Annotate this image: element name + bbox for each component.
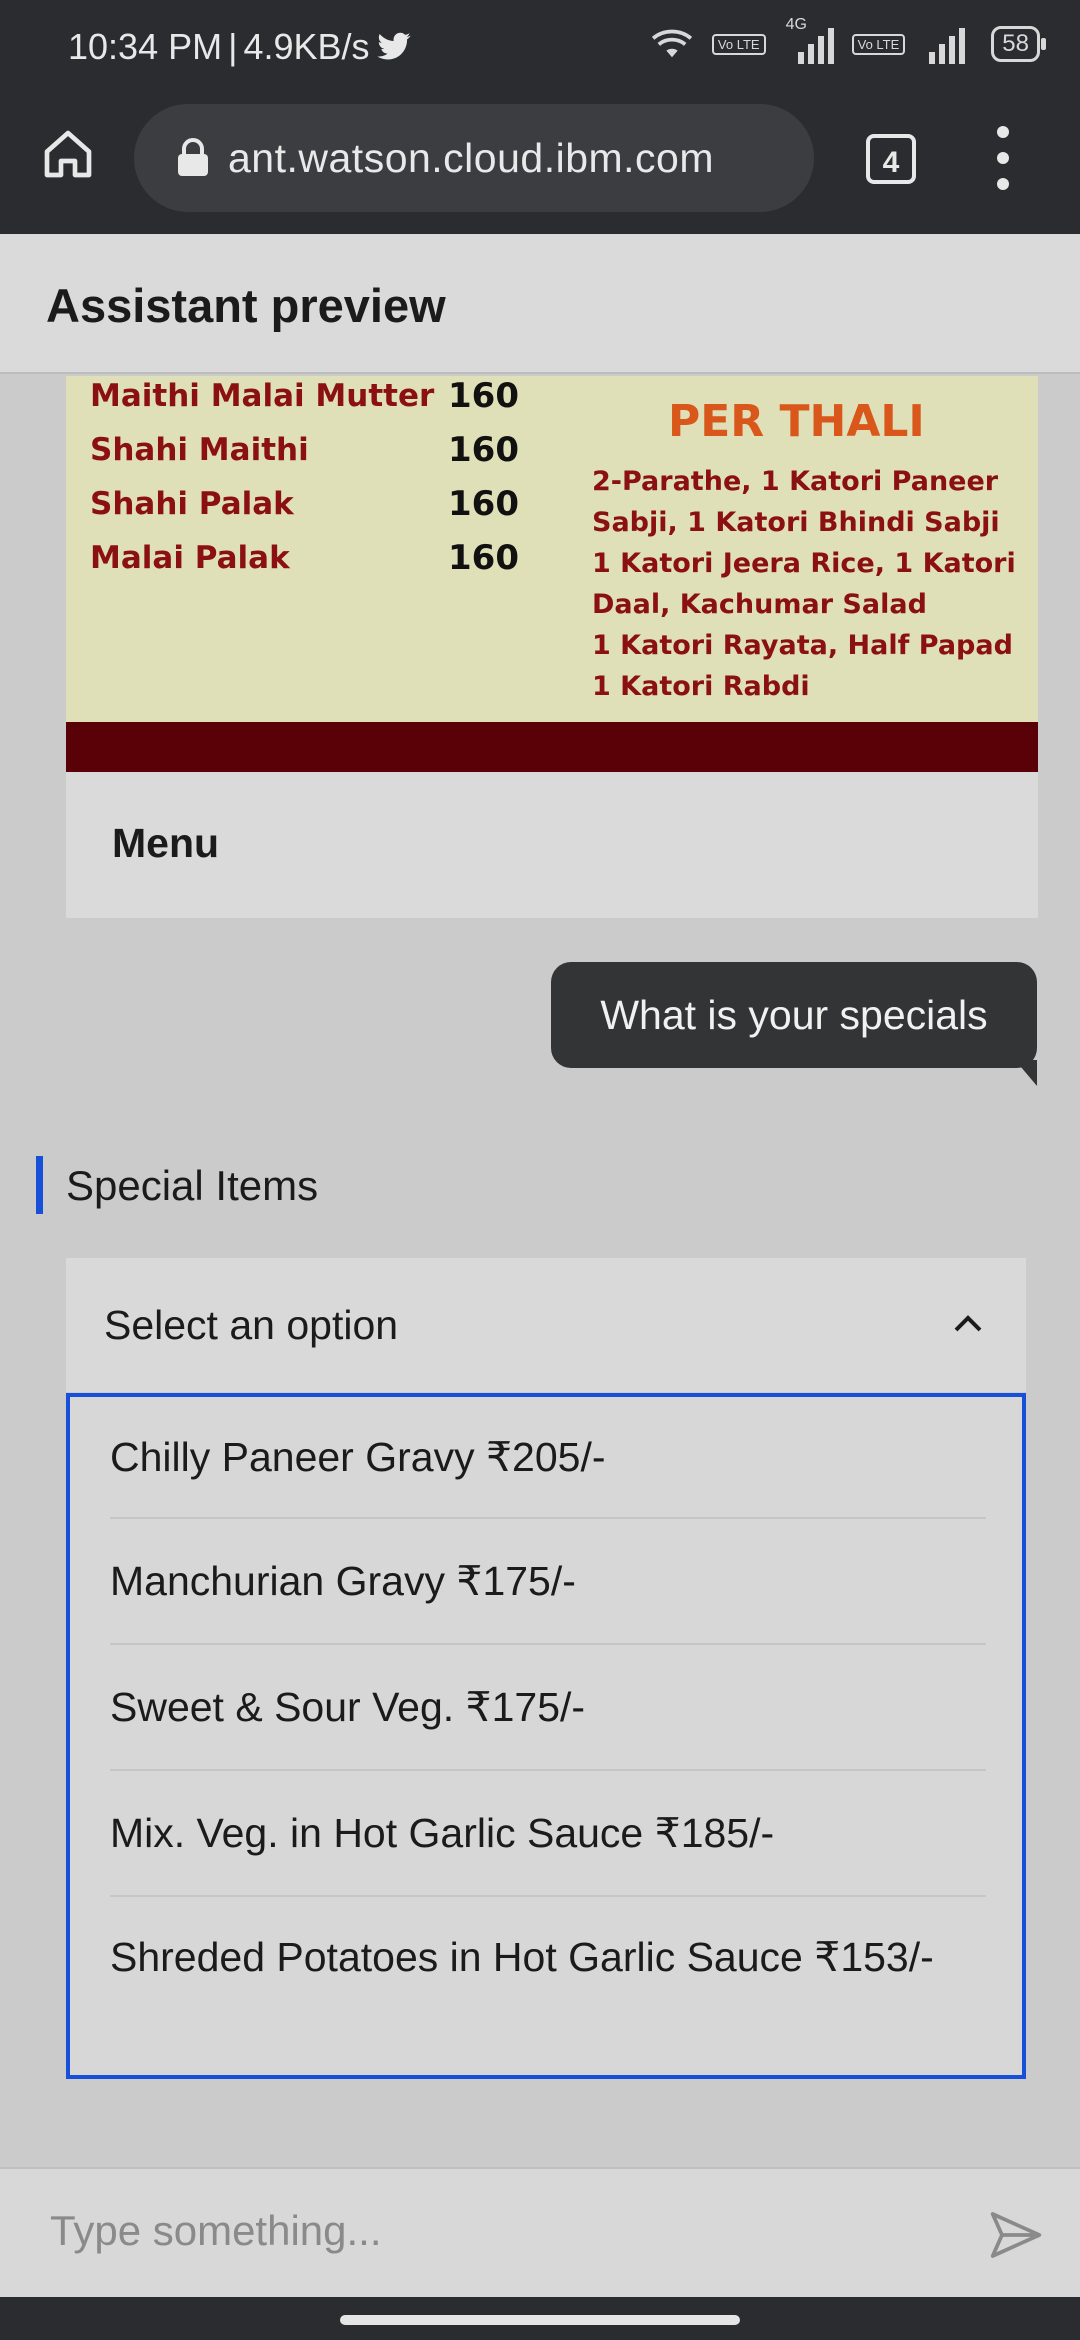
browser-toolbar: ant.watson.cloud.ibm.com 4 — [0, 100, 1080, 234]
user-message-bubble: What is your specials — [551, 962, 1037, 1068]
menu-dot — [997, 152, 1009, 164]
dish-price: 160 — [448, 538, 519, 578]
battery-indicator: 58 — [991, 26, 1046, 62]
status-right: Vo LTE 4G Vo LTE 58 — [648, 16, 1046, 64]
system-nav-bar — [0, 2297, 1080, 2340]
status-left: 10:34 PM | 4.9KB/s — [68, 26, 412, 68]
thali-line: 1 Katori Jeera Rice, 1 Katori — [592, 548, 1016, 579]
dropdown-option[interactable]: Chilly Paneer Gravy ₹205/- — [110, 1429, 986, 1485]
thali-line: Sabji, 1 Katori Bhindi Sabji — [592, 507, 1000, 538]
overflow-menu-button[interactable] — [988, 126, 1018, 190]
url-text: ant.watson.cloud.ibm.com — [228, 134, 715, 181]
message-input[interactable]: Type something... — [50, 2207, 382, 2255]
signal-icon-2 — [929, 28, 966, 64]
volte-badge-1: Vo LTE — [711, 33, 766, 55]
lock-icon — [170, 135, 216, 181]
home-icon — [44, 130, 92, 178]
thali-title: PER THALI — [668, 396, 925, 447]
dropdown-options-list: Chilly Paneer Gravy ₹205/- Manchurian Gr… — [66, 1393, 1026, 2079]
dish-name: Shahi Palak — [90, 486, 294, 522]
thali-line: Daal, Kachumar Salad — [592, 589, 927, 620]
chevron-up-icon — [954, 1315, 982, 1332]
status-separator: | — [228, 26, 238, 67]
option-divider — [110, 1517, 986, 1519]
thali-line: 2-Parathe, 1 Katori Paneer — [592, 466, 999, 497]
dropdown-option[interactable]: Sweet & Sour Veg. ₹175/- — [110, 1679, 986, 1735]
wifi-icon — [651, 29, 693, 58]
dish-name: Maithi Malai Mutter — [90, 378, 435, 414]
dish-name: Shahi Maithi — [90, 432, 309, 468]
send-icon[interactable] — [988, 2207, 1044, 2263]
signal-4g: 4G — [782, 16, 836, 64]
menu-image-footer — [66, 722, 1038, 772]
page-header: Assistant preview — [0, 234, 1080, 374]
dropdown-option[interactable]: Manchurian Gravy ₹175/- — [110, 1553, 986, 1609]
address-bar[interactable]: ant.watson.cloud.ibm.com — [134, 104, 814, 212]
option-divider — [110, 1769, 986, 1771]
menu-dot — [997, 126, 1009, 138]
option-divider — [110, 1643, 986, 1645]
option-divider — [110, 1895, 986, 1897]
home-button[interactable] — [36, 122, 100, 186]
dish-price: 160 — [448, 430, 519, 470]
dish-price: 160 — [448, 376, 519, 416]
menu-image: Maithi Malai Mutter 160 Shahi Maithi 160… — [66, 376, 1038, 772]
thali-line: 1 Katori Rabdi — [592, 671, 810, 702]
dropdown-option[interactable]: Mix. Veg. in Hot Garlic Sauce ₹185/- — [110, 1805, 986, 1861]
page-title: Assistant preview — [46, 279, 446, 332]
volte-badge-2: Vo LTE — [851, 33, 906, 55]
section-accent-bar — [36, 1156, 43, 1214]
status-speed: 4.9KB/s — [243, 26, 370, 67]
dropdown-option[interactable]: Shreded Potatoes in Hot Garlic Sauce ₹15… — [110, 1929, 986, 1985]
thali-line: 1 Katori Rayata, Half Papad — [592, 630, 1013, 661]
dropdown-placeholder: Select an option — [104, 1302, 399, 1348]
home-indicator[interactable] — [340, 2315, 740, 2325]
status-time: 10:34 PM — [68, 26, 223, 67]
image-caption: Menu — [66, 772, 1038, 918]
dish-price: 160 — [448, 484, 519, 524]
option-dropdown[interactable]: Select an option — [66, 1258, 1026, 1392]
menu-dot — [997, 178, 1009, 190]
section-title: Special Items — [66, 1162, 319, 1209]
dish-name: Malai Palak — [90, 540, 290, 576]
bubble-tail — [1015, 1060, 1037, 1086]
message-composer: Type something... — [0, 2167, 1080, 2297]
twitter-icon — [377, 32, 411, 60]
tab-switcher-button[interactable]: 4 — [866, 134, 916, 184]
image-caption-text: Menu — [112, 820, 220, 866]
signal-icon — [797, 28, 834, 64]
status-bar: 10:34 PM | 4.9KB/s Vo LTE 4G Vo LTE 58 — [0, 0, 1080, 100]
